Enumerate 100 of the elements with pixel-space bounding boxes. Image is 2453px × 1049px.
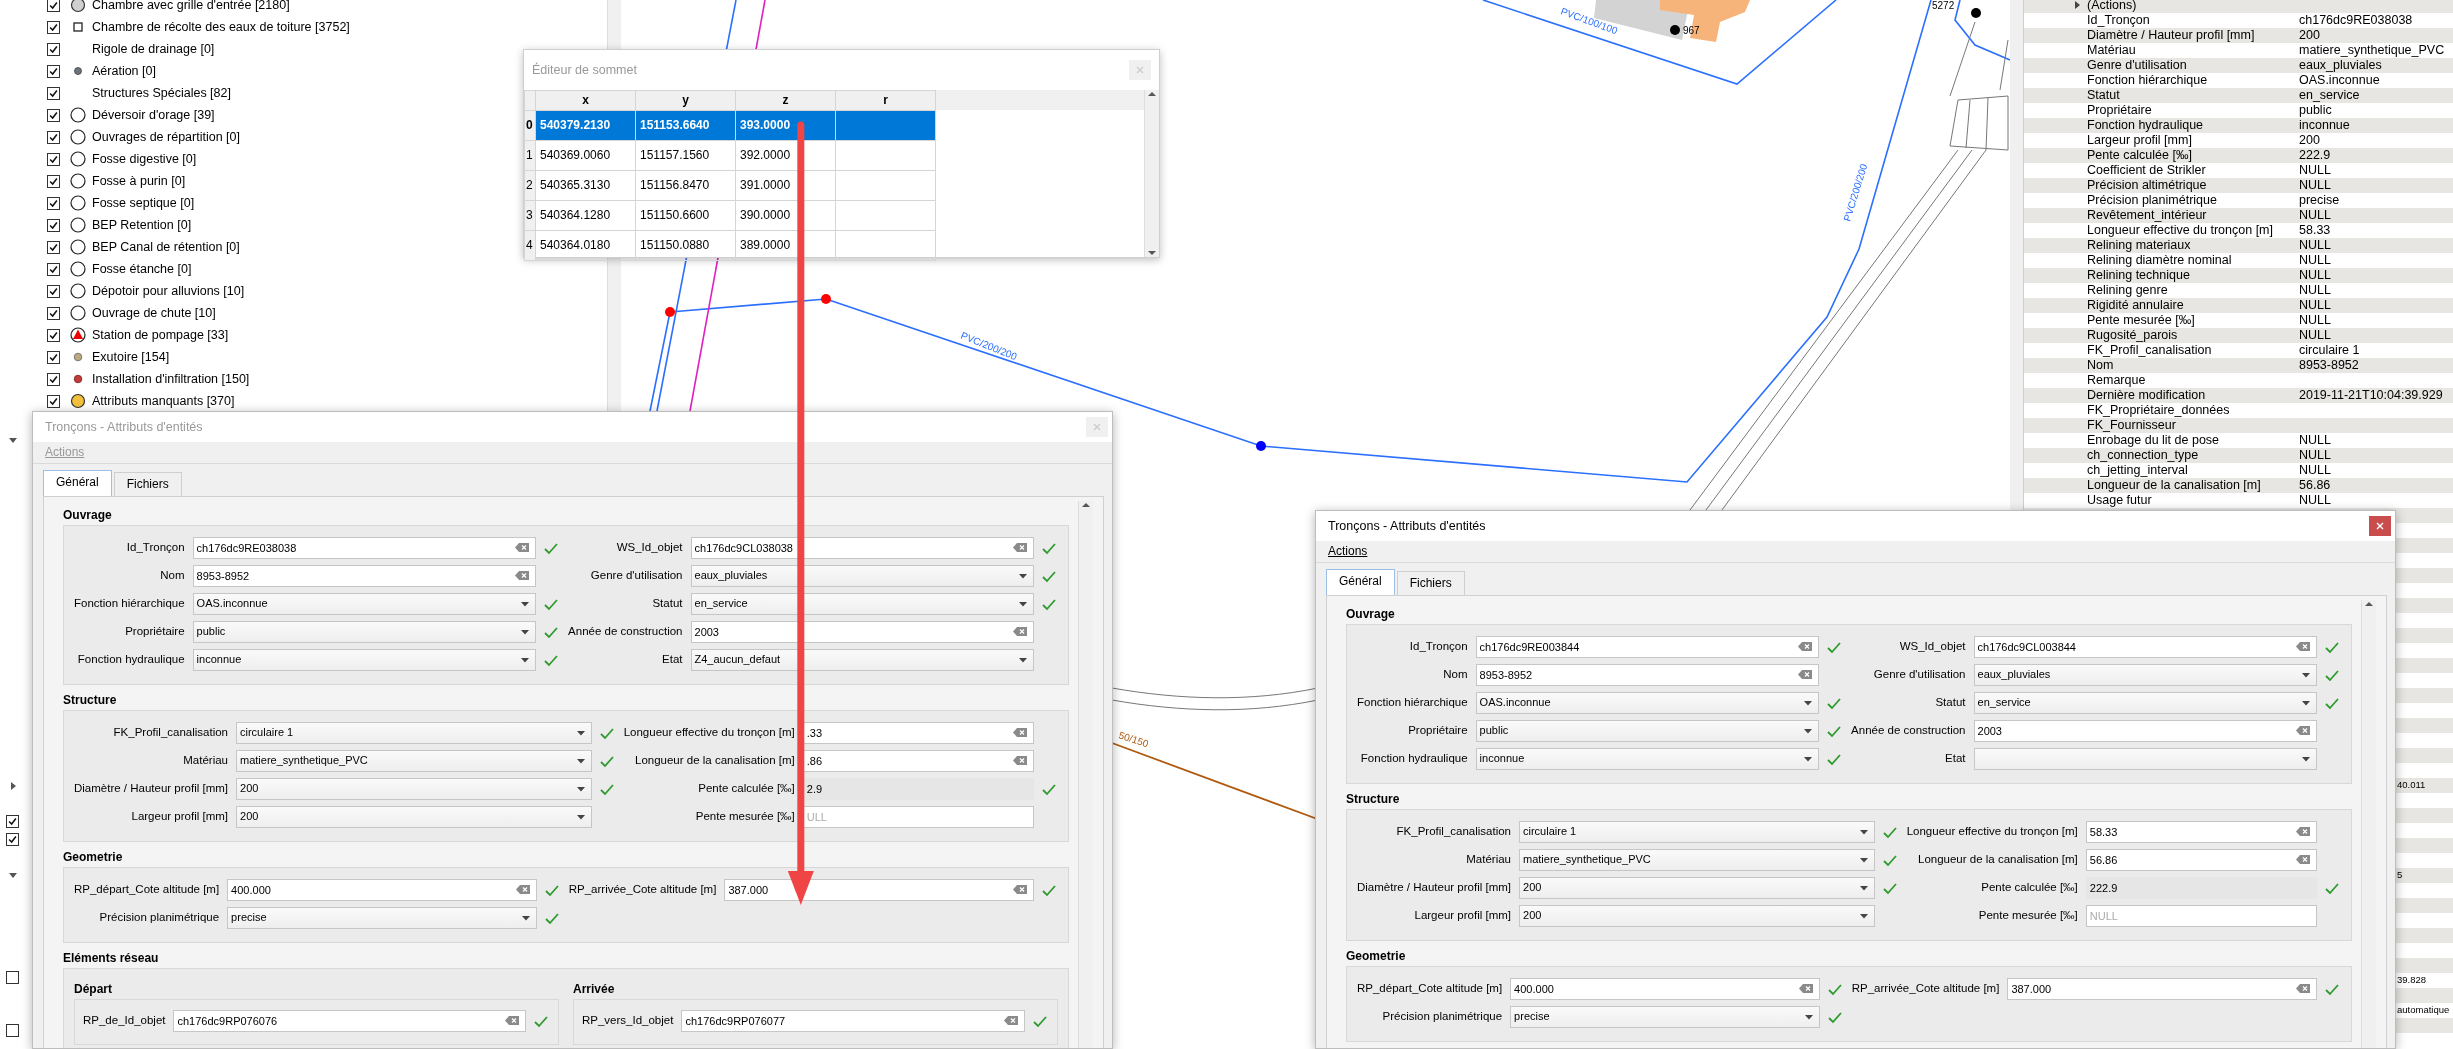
section-title: Structure (1346, 792, 1400, 807)
attribute-name: FK_Profil_canalisation (2087, 342, 2212, 357)
field-label: Nom (1442, 668, 1468, 682)
attribute-value: NULL (2299, 207, 2331, 223)
field-label: RP_de_Id_objet (83, 1014, 166, 1028)
field-label: Longueur de la canalisation [m] (634, 754, 795, 768)
attribute-name: Rigidité annulaire (2087, 297, 2184, 312)
field-label: Id_Tronçon (125, 541, 185, 555)
field-label: Précision planimétrique (1381, 1010, 1503, 1024)
field-label: Année de construction (568, 625, 683, 639)
attribute-name: Longueur de la canalisation [m] (2087, 477, 2261, 492)
field-label: Pente mesurée [‰] (694, 810, 795, 824)
attribute-value: NULL (2299, 267, 2331, 283)
attribute-name: Fonction hiérarchique (2087, 72, 2208, 87)
field-label: WS_Id_objet (1898, 640, 1966, 654)
attribute-value: 200 (2299, 132, 2320, 148)
row-number: 0 (524, 110, 536, 141)
attribute-value: precise (2299, 192, 2340, 208)
attribute-name: FK_Propriétaire_données (2087, 402, 2230, 417)
attribute-value: NULL (2299, 297, 2331, 313)
attribute-value: eaux_pluviales (2299, 57, 2382, 73)
attribute-name: Propriétaire (2087, 102, 2152, 117)
map-label: 5272 (1932, 0, 1955, 11)
attribute-name: Id_Tronçon (2087, 12, 2150, 27)
attribute-name: Largeur profil [mm] (2087, 132, 2192, 147)
field-label: Pente mesurée [‰] (1977, 909, 2078, 923)
field-label: Longueur effective du tronçon [m] (623, 726, 795, 740)
field-label: Diamètre / Hauteur profil [mm] (74, 782, 228, 796)
attribute-value: NULL (2299, 177, 2331, 193)
attribute-name: Coefficient de Strikler (2087, 162, 2206, 177)
attribute-name: Relining materiaux (2087, 237, 2191, 252)
field-label: Propriétaire (1407, 724, 1468, 738)
field-label: Id_Tronçon (1408, 640, 1468, 654)
field-label: Pente calculée [‰] (697, 782, 795, 796)
attribute-value: 5 (2397, 869, 2403, 881)
attribute-value: NULL (2299, 237, 2331, 253)
attribute-name: Revêtement_intérieur (2087, 207, 2207, 222)
attribute-name: Longueur effective du tronçon [m] (2087, 222, 2273, 237)
row-number: 2 (524, 170, 536, 201)
attribute-name: Relining genre (2087, 282, 2168, 297)
field-label: Pente calculée [‰] (1980, 881, 2078, 895)
field-label: Etat (661, 653, 683, 667)
field-label: RP_arrivée_Cote altitude [m] (1851, 982, 2000, 996)
attribute-name: Genre d'utilisation (2087, 57, 2187, 72)
row-number: 4 (524, 230, 536, 261)
window-title: Tronçons - Attributs d'entités (45, 419, 203, 435)
attribute-value: 40.011 (2397, 779, 2426, 791)
attribute-value: public (2299, 102, 2332, 118)
attribute-name: Pente mesurée [‰] (2087, 312, 2195, 327)
group-title: Départ (74, 982, 112, 997)
field-label: Fonction hydraulique (1359, 752, 1468, 766)
section-title: Geometrie (1346, 949, 1406, 964)
attribute-value: NULL (2299, 327, 2331, 343)
field-label: RP_départ_Cote altitude [m] (74, 883, 220, 897)
attribute-value: NULL (2299, 252, 2331, 268)
section-title: Structure (63, 693, 117, 708)
attribute-name: Usage futur (2087, 492, 2152, 507)
attribute-value: NULL (2299, 312, 2331, 328)
attribute-name: Relining technique (2087, 267, 2190, 282)
field-label: Genre d'utilisation (589, 569, 683, 583)
attribute-name: Pente calculée [‰] (2087, 147, 2192, 162)
field-label: Nom (159, 569, 185, 583)
section-title: Ouvrage (1346, 607, 1395, 622)
attribute-value: NULL (2299, 447, 2331, 463)
field-label: Fonction hiérarchique (1357, 696, 1468, 710)
field-label: Largeur profil [mm] (130, 810, 228, 824)
field-label: Matériau (1465, 853, 1511, 867)
attribute-value: NULL (2299, 492, 2331, 508)
field-label: RP_départ_Cote altitude [m] (1357, 982, 1503, 996)
attribute-value: en_service (2299, 87, 2360, 103)
attribute-name: Relining diamètre nominal (2087, 252, 2232, 267)
field-label: Largeur profil [mm] (1413, 909, 1511, 923)
group-title: Arrivée (573, 982, 615, 997)
map-label: 967 (1683, 25, 1700, 36)
field-label: RP_arrivée_Cote altitude [m] (568, 883, 717, 897)
attribute-name: ch_connection_type (2087, 447, 2199, 462)
map-label: 50/150 (1117, 729, 1150, 750)
attribute-value: matiere_synthetique_PVC (2299, 42, 2445, 58)
attribute-value: 8953-8952 (2299, 357, 2359, 373)
field-label: Propriétaire (124, 625, 185, 639)
field-label: Fonction hiérarchique (74, 597, 185, 611)
field-label: Genre d'utilisation (1872, 668, 1966, 682)
attribute-value: OAS.inconnue (2299, 72, 2380, 88)
attribute-name: ch_jetting_interval (2087, 462, 2188, 477)
field-label: Précision planimétrique (98, 911, 220, 925)
attribute-value: ch176dc9RE038038 (2299, 12, 2413, 28)
field-label: WS_Id_objet (615, 541, 683, 555)
field-label: RP_vers_Id_objet (582, 1014, 674, 1028)
field-label: Statut (1934, 696, 1966, 710)
field-label: Longueur de la canalisation [m] (1917, 853, 2078, 867)
attribute-value: NULL (2299, 432, 2331, 448)
attribute-name: Remarque (2087, 372, 2146, 387)
attribute-name: FK_Fournisseur (2087, 417, 2176, 432)
attribute-value: automatique (2397, 1004, 2450, 1016)
field-label: Etat (1944, 752, 1966, 766)
attribute-value: NULL (2299, 462, 2331, 478)
attribute-value: inconnue (2299, 117, 2350, 133)
field-label: Matériau (182, 754, 228, 768)
attribute-name: Statut (2087, 87, 2120, 102)
section-title: Ouvrage (63, 508, 112, 523)
